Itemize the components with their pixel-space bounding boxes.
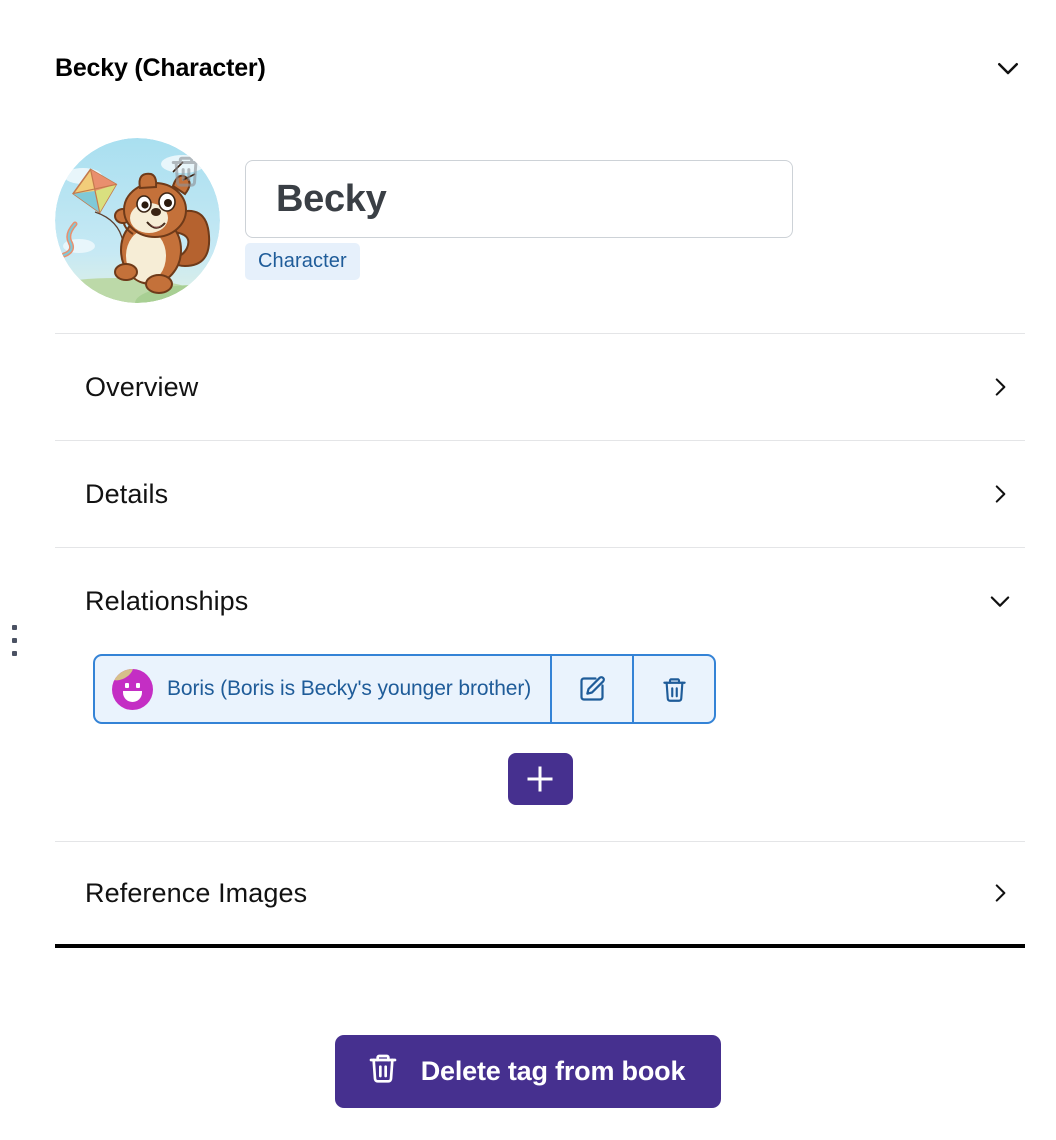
identity-block: Character	[55, 130, 1025, 305]
section-label: Relationships	[85, 585, 249, 616]
edit-square-pencil-icon[interactable]	[550, 656, 632, 722]
section-label: Details	[85, 478, 169, 509]
chevron-down-icon	[981, 582, 1019, 620]
delete-tag-from-book-button[interactable]: Delete tag from book	[334, 1035, 722, 1108]
delete-button-label: Delete tag from book	[420, 1056, 686, 1086]
sidebar-item-overview[interactable]: Overview	[55, 333, 1025, 440]
sidebar-item-details[interactable]: Details	[55, 440, 1025, 547]
relationship-link[interactable]: Boris (Boris is Becky's younger brother)	[95, 656, 550, 722]
page-title: Becky (Character)	[55, 53, 266, 82]
chevron-right-icon	[981, 874, 1019, 912]
chevron-right-icon	[981, 368, 1019, 406]
add-relationship-button[interactable]	[507, 753, 573, 805]
avatar[interactable]	[55, 138, 220, 303]
trash-icon[interactable]	[169, 152, 203, 190]
trash-icon[interactable]	[632, 656, 714, 722]
status-badge: Character	[245, 243, 360, 280]
drag-dots-icon[interactable]	[8, 625, 20, 656]
drag-dot	[11, 651, 17, 656]
chevron-right-icon	[981, 475, 1019, 513]
panel-header: Becky (Character)	[55, 44, 1025, 92]
section-label: Reference Images	[85, 877, 308, 908]
drag-dot	[11, 638, 17, 643]
panel-footer: Delete tag from book	[0, 1035, 1056, 1108]
section-label: Overview	[85, 371, 199, 402]
avatar	[112, 668, 153, 710]
trash-icon	[367, 1051, 399, 1092]
tag-name-input[interactable]	[245, 160, 793, 238]
sidebar-item-relationships[interactable]: Relationships	[55, 547, 1025, 654]
relationships-body: Boris (Boris is Becky's younger brother)	[55, 654, 1025, 841]
list-item: Boris (Boris is Becky's younger brother)	[93, 654, 717, 724]
drag-dot	[11, 625, 17, 630]
sections-list: Overview Details Relationships Boris (Bo…	[55, 333, 1025, 948]
sidebar-item-reference-images[interactable]: Reference Images	[55, 841, 1025, 948]
chevron-down-icon[interactable]	[991, 51, 1025, 85]
relationship-label: Boris (Boris is Becky's younger brother)	[167, 677, 532, 700]
tag-detail-panel: Becky (Character) Becky Character Overvi…	[0, 0, 1056, 1140]
